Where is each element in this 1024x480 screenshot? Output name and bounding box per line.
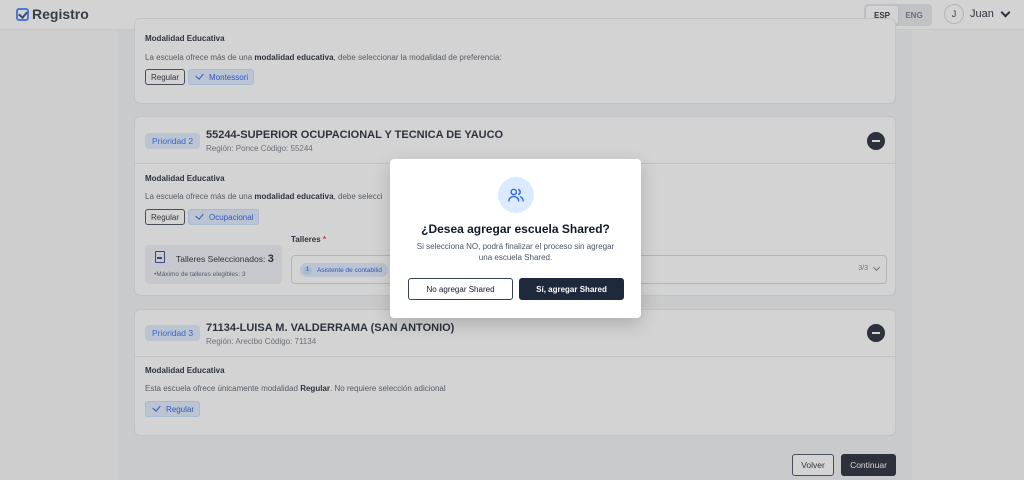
shared-school-dialog: ¿Desea agregar escuela Shared? Si selecc… <box>390 159 641 318</box>
dialog-text: Si selecciona NO, podrá finalizar el pro… <box>416 242 615 262</box>
dialog-title: ¿Desea agregar escuela Shared? <box>421 222 610 236</box>
yes-add-shared-button[interactable]: Sí, agregar Shared <box>519 278 624 300</box>
no-add-shared-button[interactable]: No agregar Shared <box>408 278 513 300</box>
users-icon <box>498 177 534 213</box>
